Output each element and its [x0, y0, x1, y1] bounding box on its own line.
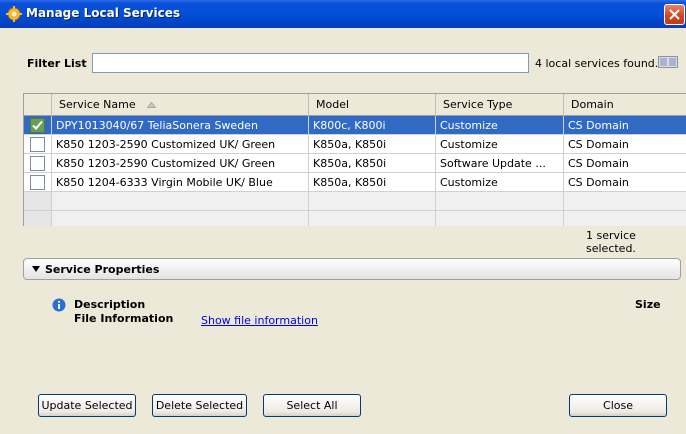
header-checkbox-column[interactable]	[24, 94, 52, 116]
cell-model: K850a, K850i	[309, 173, 436, 192]
cell-domain: CS Domain	[564, 116, 686, 135]
window-close-button[interactable]	[664, 4, 685, 25]
select-all-button[interactable]: Select All	[263, 394, 361, 417]
row-checkbox-cell[interactable]	[24, 154, 52, 173]
header-service-type[interactable]: Service Type	[436, 94, 564, 116]
row-checkbox[interactable]	[30, 137, 45, 152]
cell-domain: CS Domain	[564, 135, 686, 154]
selected-count-text: 1 service selected.	[586, 229, 636, 255]
row-checkbox[interactable]	[30, 156, 45, 171]
list-view-icon[interactable]	[658, 56, 678, 68]
services-gear-icon	[6, 6, 22, 22]
services-found-text: 4 local services found.	[535, 57, 659, 70]
header-model-label: Model	[316, 98, 350, 111]
close-button[interactable]: Close	[569, 394, 667, 417]
service-properties-title: Service Properties	[45, 263, 160, 276]
description-label: Description	[74, 298, 146, 311]
header-service-name-label: Service Name	[59, 98, 136, 111]
close-x-icon	[669, 9, 680, 20]
collapse-triangle-icon	[32, 266, 40, 272]
check-icon	[32, 120, 43, 130]
filter-label: Filter List	[27, 57, 87, 70]
services-table[interactable]: Service Name Model Service Type Domain D…	[23, 93, 686, 226]
row-checkbox-cell[interactable]	[24, 116, 52, 135]
cell-service-name: K850 1203-2590 Customized UK/ Green	[52, 135, 309, 154]
info-icon	[52, 298, 66, 312]
delete-selected-button[interactable]: Delete Selected	[152, 394, 247, 417]
empty-row	[24, 192, 686, 211]
size-label: Size	[635, 298, 661, 311]
header-service-type-label: Service Type	[443, 98, 513, 111]
service-properties-header[interactable]: Service Properties	[23, 258, 681, 280]
window-title: Manage Local Services	[26, 6, 181, 20]
cell-model: K800c, K800i	[309, 116, 436, 135]
header-domain-label: Domain	[571, 98, 614, 111]
cell-service-type: Customize	[436, 116, 564, 135]
cell-model: K850a, K850i	[309, 154, 436, 173]
empty-row	[24, 211, 686, 226]
sort-ascending-icon	[147, 102, 156, 108]
table-row[interactable]: K850 1203-2590 Customized UK/ Green K850a…	[24, 154, 686, 173]
show-file-information-link[interactable]: Show file information	[201, 314, 318, 327]
table-row[interactable]: DPY1013040/67 TeliaSonera Sweden K800c, K…	[24, 116, 686, 135]
header-service-name[interactable]: Service Name	[52, 94, 309, 116]
cell-domain: CS Domain	[564, 154, 686, 173]
update-selected-button[interactable]: Update Selected	[38, 394, 136, 417]
title-bar[interactable]: Manage Local Services	[0, 0, 686, 28]
cell-service-type: Software Update ...	[436, 154, 564, 173]
cell-service-name: K850 1204-6333 Virgin Mobile UK/ Blue	[52, 173, 309, 192]
table-row[interactable]: K850 1203-2590 Customized UK/ Green K850a…	[24, 135, 686, 154]
cell-domain: CS Domain	[564, 173, 686, 192]
header-model[interactable]: Model	[309, 94, 436, 116]
cell-service-name: K850 1203-2590 Customized UK/ Green	[52, 154, 309, 173]
cell-model: K850a, K850i	[309, 135, 436, 154]
file-information-label: File Information	[74, 312, 174, 325]
table-row[interactable]: K850 1204-6333 Virgin Mobile UK/ Blue K85…	[24, 173, 686, 192]
header-domain[interactable]: Domain	[564, 94, 686, 116]
cell-service-type: Customize	[436, 135, 564, 154]
row-checkbox[interactable]	[30, 118, 45, 133]
filter-input[interactable]	[92, 53, 529, 73]
cell-service-type: Customize	[436, 173, 564, 192]
row-checkbox-cell[interactable]	[24, 135, 52, 154]
row-checkbox[interactable]	[30, 175, 45, 190]
row-checkbox-cell[interactable]	[24, 173, 52, 192]
cell-service-name: DPY1013040/67 TeliaSonera Sweden	[52, 116, 309, 135]
